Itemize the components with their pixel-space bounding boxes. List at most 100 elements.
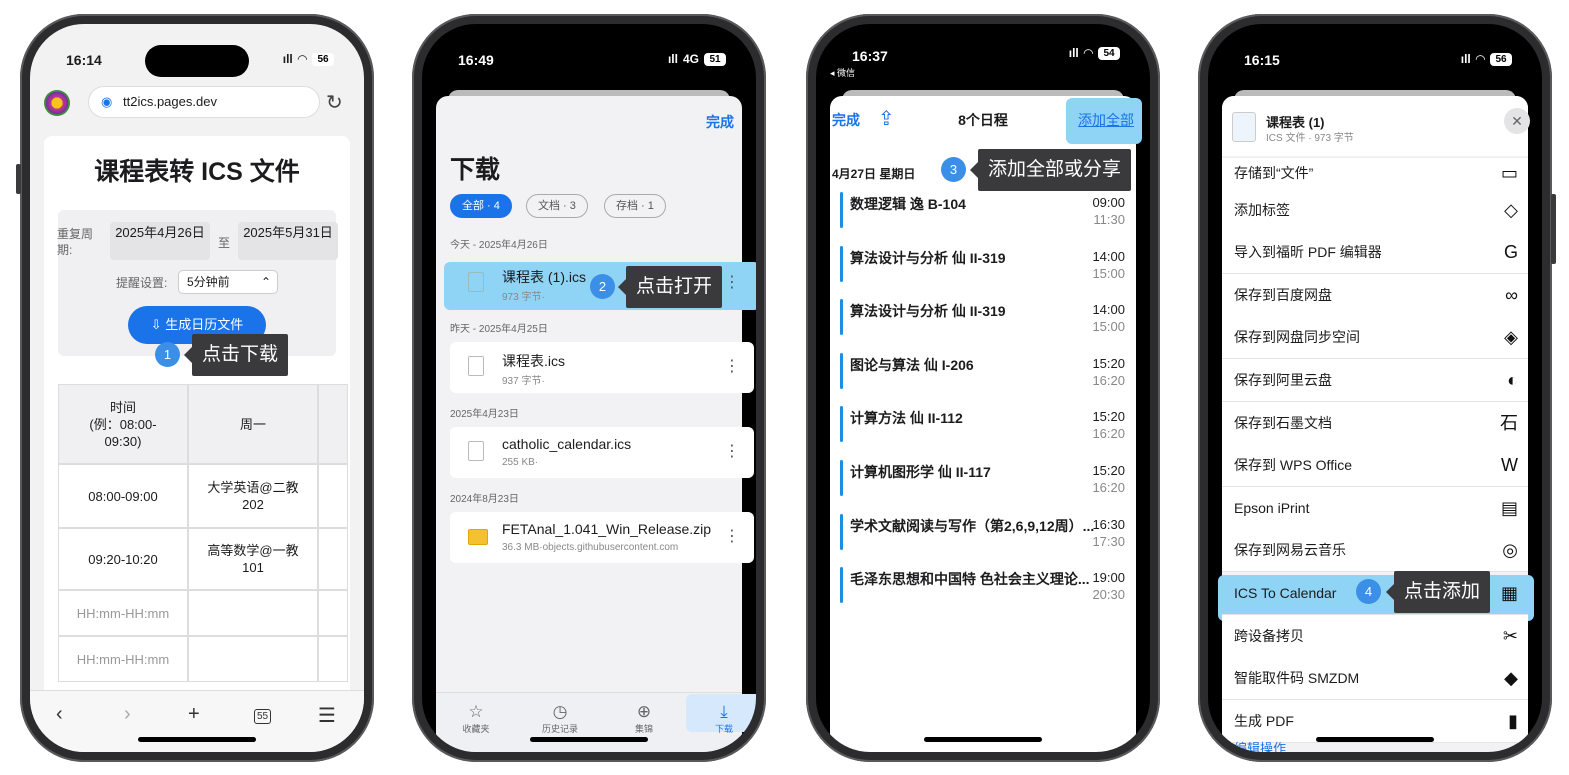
share-action-row[interactable]: 保存到石墨文档 石 [1222,401,1528,445]
file-name: catholic_calendar.ics [502,436,632,452]
add-tab-icon[interactable]: + [188,703,200,726]
table-cell-course[interactable]: 大学英语@二教 202 [188,464,318,528]
file-row[interactable]: catholic_calendar.ics 255 KB· ⋮ [450,427,754,478]
done-button[interactable]: 完成 [706,112,734,132]
event-row[interactable]: 算法设计与分析 仙 II-319 14:00 15:00 [840,245,1140,292]
tab-collections[interactable]: ⊕ 集锦 [614,702,674,735]
table-cell-more [318,636,348,682]
event-end: 16:20 [1092,426,1125,442]
page-title: 课程表转 ICS 文件 [94,158,300,186]
event-time: 19:00 20:30 [1092,569,1125,603]
more-icon[interactable]: ⋮ [724,272,740,292]
status-bar: 16:49 ıll 4G 51 [422,24,756,94]
add-all-button[interactable]: 添加全部 [1078,110,1134,130]
close-icon[interactable]: ✕ [1504,108,1530,134]
forward-icon[interactable]: › [124,703,131,726]
tab-favorites[interactable]: ☆ 收藏夹 [446,702,506,735]
table-cell-time[interactable]: HH:mm-HH:mm [58,590,188,636]
share-action-row[interactable]: 跨设备拷贝 ✂ [1222,614,1528,658]
section-label: 2025年4月23日 [450,409,519,420]
chevron-updown-icon: ⌃ [260,275,271,289]
table-cell-course[interactable] [188,590,318,636]
chip-all[interactable]: 全部 · 4 [450,194,512,218]
share-action-row[interactable]: 保存到阿里云盘 ◐ [1222,359,1528,402]
dynamic-island [145,45,249,77]
event-row[interactable]: 学术文献阅读与写作（第2,6,9,12周）... 16:30 17:30 [840,513,1140,560]
status-icons: ıll ◠ 54 [1069,46,1120,60]
share-action-row[interactable]: Epson iPrint ▤ [1222,486,1528,530]
event-row[interactable]: 计算方法 仙 II-112 15:20 16:20 [840,406,1140,452]
history-icon: ◷ [552,702,568,721]
more-icon[interactable]: ⋮ [724,441,740,461]
table-cell-time[interactable]: 08:00-09:00 [58,464,188,528]
event-row[interactable]: 算法设计与分析 仙 II-319 14:00 15:00 [840,299,1140,345]
back-to-app[interactable]: ◂ 微信 [830,66,855,79]
event-end: 16:20 [1092,480,1125,495]
event-color-bar [840,567,843,604]
share-action-row[interactable]: 保存到百度网盘 ∞ [1222,273,1528,317]
more-icon[interactable]: ⋮ [724,526,740,546]
tabs-count-icon[interactable]: 55 [254,709,272,724]
more-icon[interactable]: ⋮ [724,356,740,376]
table-cell-course[interactable]: 高等数学@一教 101 [188,528,318,590]
reload-icon[interactable]: ↻ [326,90,343,115]
event-title: 数理逻辑 逸 B-104 [850,196,966,212]
back-icon[interactable]: ‹ [56,703,63,726]
battery-icon: 54 [1098,46,1120,60]
app-icon: ◆ [1504,668,1518,689]
event-row[interactable]: 计算机图形学 仙 II-117 15:20 16:20 [840,460,1140,506]
event-start: 14:00 [1092,302,1125,318]
reminder-select[interactable]: 5分钟前 ⌃ [178,270,278,294]
share-action-row[interactable]: 导入到福昕 PDF 编辑器 G [1222,231,1528,275]
table-header-time: 时间 (例：08:00- 09:30) [58,384,188,464]
date-to-field[interactable]: 2025年5月31日 [238,222,338,260]
share-action-row[interactable]: 保存到网易云音乐 ◎ [1222,529,1528,573]
share-action-row[interactable]: 保存到 WPS Office W [1222,444,1528,488]
menu-icon[interactable]: ☰ [318,703,336,728]
phone-3-screen: 16:37 ◂ 微信 ıll ◠ 54 完成 ⇪ 8个日程 添加全部 4月27日 星… [816,24,1150,752]
tab-label: 集锦 [634,724,653,734]
file-row[interactable]: FETAnal_1.041_Win_Release.zip 36.3 MB·ob… [450,512,754,563]
event-title: 计算方法 仙 II-112 [850,410,963,427]
file-meta: 36.3 MB·objects.githubusercontent.com [502,542,679,553]
reminder-value: 5分钟前 [187,275,230,289]
browser-toolbar: ‹ › + 55 ☰ [30,690,364,752]
tab-downloads[interactable]: ⤓ 下载 [694,702,754,735]
section-label: 昨天 - 2025年4月25日 [450,324,548,335]
home-indicator [530,737,648,742]
event-row[interactable]: 数理逻辑 逸 B-104 09:00 11:30 [840,192,1140,238]
event-color-bar [840,513,843,550]
table-cell-course[interactable] [188,636,318,682]
tab-history[interactable]: ◷ 历史记录 [530,702,590,735]
table-cell-time[interactable]: 09:20-10:20 [58,528,188,590]
event-color-bar [840,406,843,443]
battery-icon: 56 [1490,52,1512,66]
share-action-row[interactable]: 保存到网盘同步空间 ◈ [1222,316,1528,360]
chip-docs[interactable]: 文档 · 3 [526,194,588,218]
chip-archives[interactable]: 存档 · 1 [604,194,666,218]
share-action-label: 保存到 WPS Office [1234,457,1352,474]
share-action-label: 保存到百度网盘 [1234,286,1332,303]
share-action-row[interactable]: 存储到“文件” ▭ [1222,158,1528,190]
share-action-row[interactable]: 添加标签 ◇ [1222,188,1528,232]
file-row[interactable]: 课程表.ics 937 字节· ⋮ [450,342,754,393]
date-from-field[interactable]: 2025年4月26日 [110,222,210,260]
app-icon: G [1503,242,1518,263]
url-bar[interactable]: ◉ tt2ics.pages.dev [88,86,320,118]
event-start: 16:30 [1092,516,1125,532]
edit-actions-link[interactable]: 编辑操作 [1234,738,1286,752]
event-row[interactable]: 图论与算法 仙 I-206 15:20 16:20 [840,352,1140,399]
wifi-icon: ◠ [297,52,307,66]
table-cell-time[interactable]: HH:mm-HH:mm [58,636,188,682]
share-action-label: 保存到网盘同步空间 [1234,329,1360,346]
event-row[interactable]: 毛泽东思想和中国特 色社会主义理论... 19:00 20:30 [840,567,1140,613]
to-label: 至 [218,236,231,250]
event-end: 15:00 [1092,265,1125,281]
profile-avatar[interactable] [44,90,70,116]
share-file-meta: ICS 文件 · 973 字节 [1266,133,1354,144]
file-meta: 937 字节· [502,376,545,387]
event-color-bar [840,352,843,389]
date-header: 4月27日 星期日 [832,167,916,181]
app-icon: ◈ [1504,327,1518,348]
share-action-row[interactable]: 智能取件码 SMZDM ◆ [1222,657,1528,701]
